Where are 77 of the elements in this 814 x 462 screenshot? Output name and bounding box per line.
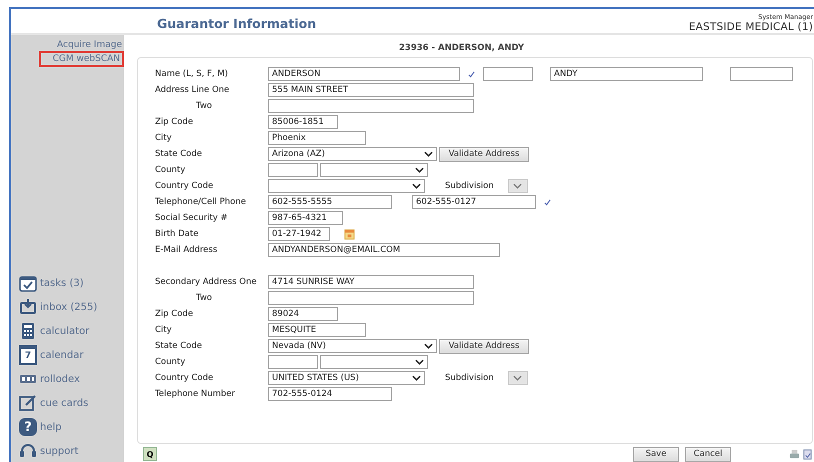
help-icon[interactable]: ? <box>19 418 37 436</box>
dropdown[interactable]: UNITED STATES (US) <box>268 371 425 385</box>
sidebar-link[interactable]: Acquire Image <box>55 39 124 51</box>
field-label: Two <box>195 101 213 111</box>
footer-button[interactable]: Cancel <box>685 446 731 462</box>
field-label: Social Security # <box>155 213 229 223</box>
field-label: Secondary Address One <box>155 277 258 287</box>
calculator-icon[interactable] <box>19 322 37 340</box>
chevron-icon <box>513 375 522 381</box>
printer-icon[interactable] <box>789 448 800 460</box>
document-icon[interactable] <box>802 448 813 460</box>
input-field[interactable]: 01-27-1942 <box>268 227 330 241</box>
chevron-icon <box>412 375 421 381</box>
field-label: Two <box>195 293 213 303</box>
chevron-icon <box>415 167 424 173</box>
chevron-icon <box>415 359 424 365</box>
input-field[interactable] <box>268 355 318 369</box>
dropdown[interactable] <box>320 163 428 177</box>
validate-address-button[interactable]: Validate Address <box>439 146 529 162</box>
field-label: Telephone/Cell Phone <box>155 197 247 207</box>
input-field[interactable]: ANDYANDERSON@EMAIL.COM <box>268 243 500 257</box>
field-label: Telephone Number <box>155 389 236 399</box>
input-field[interactable]: ANDY <box>550 67 703 81</box>
subdivision-dropdown[interactable] <box>508 371 528 385</box>
field-label: Name (L, S, F, M) <box>155 69 229 79</box>
record-title: 23936 - ANDERSON, ANDY <box>398 42 526 55</box>
input-field[interactable]: 602-555-0127 <box>412 195 536 209</box>
field-label: County <box>155 357 186 367</box>
inbox-icon[interactable] <box>19 298 37 316</box>
field-label: City <box>155 325 173 335</box>
field-label: Zip Code <box>155 309 194 319</box>
dropdown[interactable]: Arizona (AZ) <box>268 147 437 161</box>
field-label: Country Code <box>155 373 214 383</box>
field-label: E-Mail Address <box>155 245 218 255</box>
chevron-icon <box>424 343 433 349</box>
field-label: Address Line One <box>155 85 230 95</box>
practice-name: EASTSIDE MEDICAL (1) <box>688 21 813 33</box>
edit-icon[interactable] <box>19 394 37 412</box>
dropdown[interactable]: Nevada (NV) <box>268 339 437 353</box>
field-label: State Code <box>155 341 203 351</box>
headset-icon[interactable] <box>19 442 37 460</box>
input-field[interactable]: 987-65-4321 <box>268 211 343 225</box>
input-field[interactable]: MESQUITE <box>268 323 366 337</box>
dropdown[interactable] <box>268 179 425 193</box>
input-field[interactable] <box>268 163 318 177</box>
calendar-icon[interactable] <box>344 228 355 240</box>
field-label: Subdivision <box>445 181 494 191</box>
calendar-icon[interactable]: 7 <box>19 345 37 365</box>
subdivision-dropdown[interactable] <box>508 179 528 193</box>
input-field[interactable]: ANDERSON <box>268 67 460 81</box>
input-field[interactable] <box>268 291 474 305</box>
chevron-icon <box>513 183 522 189</box>
input-field[interactable]: Phoenix <box>268 131 366 145</box>
dropdown[interactable] <box>320 355 428 369</box>
input-field[interactable] <box>730 67 793 81</box>
input-field[interactable]: 85006-1851 <box>268 115 338 129</box>
checklist-icon[interactable] <box>19 274 37 292</box>
input-field[interactable]: 702-555-0124 <box>268 387 392 401</box>
chevron-icon <box>424 151 433 157</box>
field-label: Birth Date <box>155 229 200 239</box>
input-field[interactable]: 4714 SUNRISE WAY <box>268 275 474 289</box>
field-label: Zip Code <box>155 117 194 127</box>
field-label: County <box>155 165 186 175</box>
validate-address-button[interactable]: Validate Address <box>439 338 529 354</box>
input-field[interactable]: 602-555-5555 <box>268 195 392 209</box>
input-field[interactable]: 555 MAIN STREET <box>268 83 474 97</box>
chevron-icon <box>412 183 421 189</box>
quick-button[interactable]: Q <box>143 447 157 461</box>
input-field[interactable] <box>268 99 474 113</box>
field-label: City <box>155 133 173 143</box>
field-label: State Code <box>155 149 203 159</box>
field-label: Country Code <box>155 181 214 191</box>
input-field[interactable] <box>483 67 533 81</box>
page-title: Guarantor Information <box>157 16 318 33</box>
footer-button[interactable]: Save <box>633 446 679 462</box>
field-label: Subdivision <box>445 373 494 383</box>
input-field[interactable]: 89024 <box>268 307 338 321</box>
